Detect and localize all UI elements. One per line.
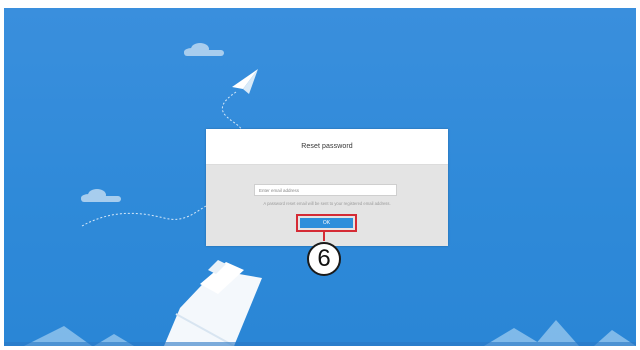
cloud-icon (81, 189, 121, 202)
dialog-header: Reset password (206, 129, 448, 165)
login-background: Reset password A password reset email wi… (4, 8, 636, 346)
dialog-title: Reset password (301, 143, 353, 150)
reset-hint-text: A password reset email will be sent to y… (263, 201, 391, 206)
callout-leader-line (323, 232, 325, 241)
ok-button[interactable]: OK (300, 218, 353, 228)
email-input[interactable] (254, 184, 397, 196)
ok-button-highlight: OK (296, 214, 357, 232)
cloud-icon (184, 43, 224, 56)
reset-password-dialog: Reset password A password reset email wi… (206, 129, 448, 246)
step-callout-badge: 6 (307, 242, 341, 276)
